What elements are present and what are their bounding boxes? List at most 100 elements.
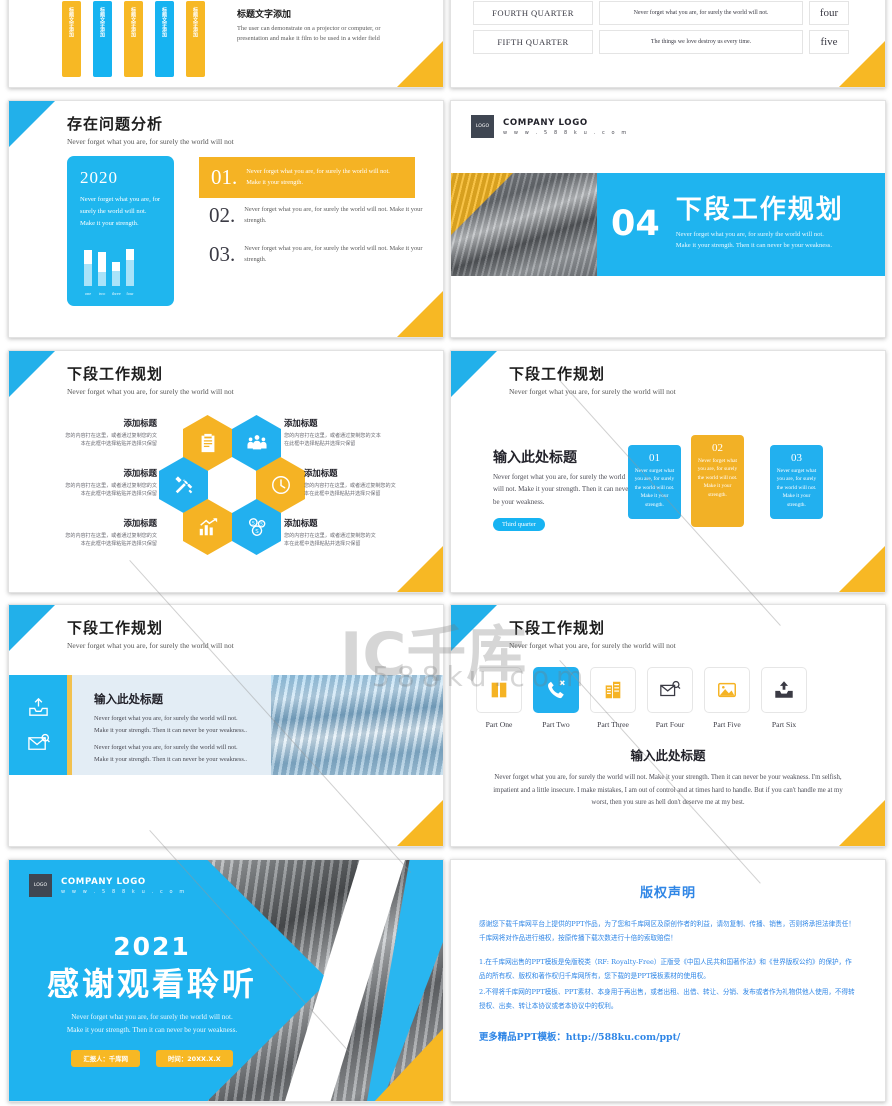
copyright-paragraph-2: 1.在千库网出售的PPT模板是免版税类（RF: Royalty-Free）正版受… — [479, 958, 852, 980]
part-caption: Part One — [485, 720, 513, 729]
label-body: 您的内容打在这里，或者通过复制您的文本在此框中选择粘贴并选择只保留 — [284, 433, 381, 448]
bar-name: one — [84, 291, 92, 296]
card-text: Never forget what you are, for surely th… — [697, 458, 738, 498]
section-title: 下段工作规划 — [675, 195, 844, 226]
quarter-badge[interactable]: Third quarter — [493, 517, 545, 531]
item-number: 02. — [209, 203, 236, 227]
slide-header: 下段工作规划 Never forget what you are, for su… — [509, 617, 676, 650]
part-caption: Part Four — [655, 720, 685, 729]
logo-url: w w w . 5 8 8 k u . c o m — [503, 129, 629, 136]
item-text: Never forget what you are, for surely th… — [244, 245, 423, 263]
part-caption: Part Two — [542, 720, 570, 729]
cell-number: five — [809, 30, 849, 54]
bar-label: 标题文字添加 — [68, 7, 74, 37]
corner-accent-blue — [451, 351, 497, 397]
hexagon-label: 添加标题 您的内容打在这里，或者通过复制您的文本在此框中选择粘贴并选择只保留 — [57, 517, 157, 549]
table-row[interactable]: FIFTH QUARTER The things we love destroy… — [473, 30, 849, 54]
bar-label: 标题文字添加 — [130, 7, 136, 37]
mini-bar-labels: one two three four — [84, 291, 134, 296]
card-number: 03 — [791, 452, 802, 464]
slide-title: 下段工作规划 — [67, 619, 164, 637]
skyscraper-photo — [451, 173, 597, 276]
part-item-one[interactable]: Part One — [476, 667, 522, 729]
slide-quarter-cards[interactable]: 下段工作规划 Never forget what you are, for su… — [450, 350, 886, 593]
copyright-block: 版权声明 感谢您下载千库网平台上提供的PPT作品，为了您和千库网区及原创作者的利… — [479, 882, 857, 1043]
part-caption: Part Three — [597, 720, 629, 729]
year-summary-card: 2020 Never forget what you are, for sure… — [67, 156, 174, 306]
slide-thank-you[interactable]: LOGO COMPANY LOGO w w w . 5 8 8 k u . c … — [8, 859, 444, 1102]
part-item-five[interactable]: Part Five — [704, 667, 750, 729]
thanks-block: 2021 感谢观看聆听 Never forget what you are, f… — [47, 932, 258, 1068]
part-item-six[interactable]: Part Six — [761, 667, 807, 729]
slide-problem-analysis[interactable]: 存在问题分析 Never forget what you are, for su… — [8, 100, 444, 338]
mail-search-icon[interactable] — [27, 732, 50, 755]
panel-heading: 输入此处标题 — [94, 692, 163, 706]
quarter-card[interactable]: 02 Never forget what you are, for surely… — [691, 435, 744, 527]
label-head: 添加标题 — [123, 468, 158, 478]
bar-label: 标题文字添加 — [161, 7, 167, 37]
copyright-title: 版权声明 — [639, 886, 696, 901]
hexagon-label: 添加标题 您的内容打在这里，或者通过复制您的文本在此框中选择粘贴并选择只保留 — [304, 467, 424, 499]
slide-copyright[interactable]: 版权声明 感谢您下载千库网平台上提供的PPT作品，为了您和千库网区及原创作者的利… — [450, 859, 886, 1102]
copyright-link[interactable]: 更多精品PPT模板：http://588ku.com/ppt/ — [479, 1029, 857, 1043]
cell-quarter: FIFTH QUARTER — [473, 30, 593, 54]
slide-parts[interactable]: 下段工作规划 Never forget what you are, for su… — [450, 604, 886, 847]
corner-accent-blue — [451, 605, 497, 651]
slide-top-right[interactable]: FOURTH QUARTER Never forget what you are… — [450, 0, 886, 88]
list-item[interactable]: 03. Never forget what you are, for surel… — [209, 244, 427, 265]
slide-subtitle: Never forget what you are, for surely th… — [509, 641, 676, 650]
part-item-four[interactable]: Part Four — [647, 667, 693, 729]
users-icon — [246, 435, 267, 450]
cell-quarter: FOURTH QUARTER — [473, 1, 593, 25]
phone-missed-icon — [548, 680, 565, 699]
slide-hexagon-infographic[interactable]: 下段工作规划 Never forget what you are, for su… — [8, 350, 444, 593]
clipboard-icon — [201, 433, 214, 453]
list-item[interactable]: 02. Never forget what you are, for surel… — [209, 205, 427, 226]
part-tab-row: Part One Part Two Part Three Part Four P… — [476, 667, 807, 729]
table-row[interactable]: FOURTH QUARTER Never forget what you are… — [473, 1, 849, 25]
bar-label: 标题文字添加 — [192, 7, 198, 37]
parts-description: 输入此处标题 Never forget what you are, for su… — [485, 745, 851, 810]
card-text: Never surget what you are, for surely th… — [634, 468, 675, 508]
slide-section-divider[interactable]: LOGO COMPANY LOGO w w w . 5 8 8 k u . c … — [450, 100, 886, 338]
chart-icon — [199, 518, 217, 536]
copyright-paragraph-1: 感谢您下载千库网平台上提供的PPT作品，为了您和千库网区及原创作者的利益，请勿复… — [479, 920, 855, 942]
item-text: Never forget what you are, for surely th… — [244, 206, 423, 224]
card-number: 01 — [649, 452, 660, 464]
clock-icon — [271, 476, 290, 494]
upload-icon — [775, 681, 793, 698]
left-text-block: 输入此处标题 Never forget what you are, for su… — [493, 447, 633, 531]
slide-header: 存在问题分析 Never forget what you are, for su… — [67, 113, 234, 146]
section-sub-line1: Never forget what you are, for surely th… — [675, 230, 824, 238]
logo-mark: LOGO — [471, 115, 494, 138]
coins-icon: S SS — [248, 518, 265, 536]
inbox-upload-icon[interactable] — [27, 696, 50, 719]
part-item-three[interactable]: Part Three — [590, 667, 636, 729]
content-band: 输入此处标题 Never forget what you are, for su… — [9, 675, 443, 775]
list-item[interactable]: 01. Never forget what you are, for surel… — [199, 157, 415, 198]
slide-image-text[interactable]: 下段工作规划 Never forget what you are, for su… — [8, 604, 444, 847]
panel-paragraph-2: Never forget what you are, for surely th… — [94, 744, 248, 763]
slide-title: 下段工作规划 — [67, 365, 164, 383]
description-heading: 输入此处标题 — [630, 748, 706, 763]
slide-top-left[interactable]: 标题文字添加 标题文字添加 标题文字添加 标题文字添加 标题文字添加 标题文字添… — [8, 0, 444, 88]
corner-accent-yellow — [397, 41, 443, 87]
slide-title: 存在问题分析 — [67, 115, 164, 133]
quarter-card[interactable]: 01 Never surget what you are, for surely… — [628, 445, 681, 519]
thanks-year: 2021 — [113, 932, 191, 961]
building-icon — [605, 681, 621, 699]
bar-column: 标题文字添加 — [62, 1, 81, 77]
corner-accent-blue — [9, 101, 55, 147]
slide-deck-preview: 标题文字添加 标题文字添加 标题文字添加 标题文字添加 标题文字添加 标题文字添… — [0, 0, 892, 1106]
svg-text:S: S — [260, 522, 263, 527]
part-item-two[interactable]: Part Two — [533, 667, 579, 729]
quarter-card[interactable]: 03 Never surget what you are, for surely… — [770, 445, 823, 519]
bar-column: 标题文字添加 — [124, 1, 143, 77]
label-body: 您的内容打在这里，或者通过复制您的文本在此框中选择粘贴并选择只保留 — [284, 533, 376, 548]
meta-pills: 汇报人：千库网 时间：20XX.X.X — [47, 1050, 257, 1068]
item-text: Never forget what you are, for surely th… — [246, 168, 390, 186]
slide-subtitle: Never forget what you are, for surely th… — [67, 137, 234, 146]
slide-body-text: The user can demonstrate on a projector … — [237, 25, 381, 42]
thanks-title: 感谢观看聆听 — [47, 965, 258, 1003]
label-body: 您的内容打在这里，或者通过复制您的文本在此框中选择粘贴并选择只保留 — [65, 483, 157, 498]
